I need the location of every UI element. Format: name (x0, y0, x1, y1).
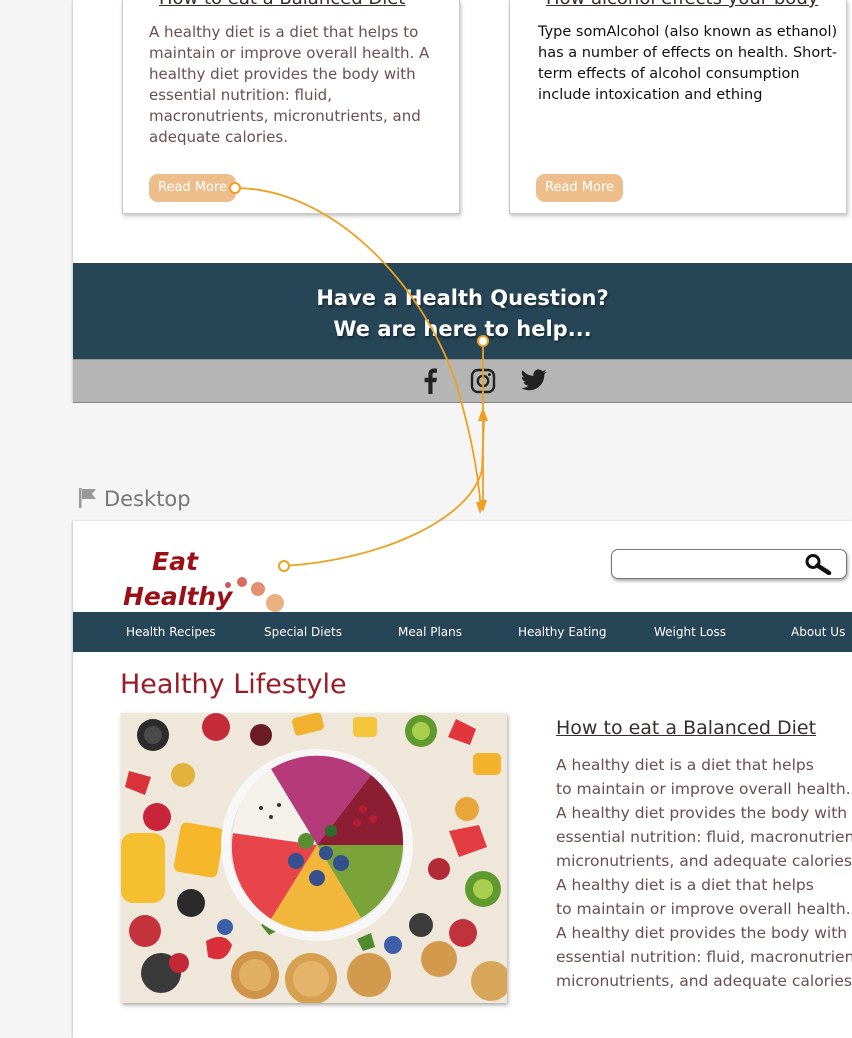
article-line: A healthy diet provides the body with (556, 924, 848, 942)
nav-item-meal-plans[interactable]: Meal Plans (398, 612, 462, 652)
article-line: A healthy diet is a diet that helps (556, 876, 814, 894)
logo-word-eat: Eat (152, 547, 198, 576)
artboard-label[interactable]: Desktop (78, 487, 191, 513)
flag-icon (78, 488, 98, 513)
article-line: essential nutrition: fluid, macronutrien… (556, 828, 852, 846)
nav-item-healthy-eating[interactable]: Healthy Eating (518, 612, 607, 652)
page-heading: Healthy Lifestyle (120, 669, 347, 700)
article-card: How to eat a Balanced Diet A healthy die… (122, 0, 460, 214)
article-body: A healthy diet is a diet that helps to m… (556, 753, 852, 993)
instagram-icon[interactable] (470, 368, 496, 399)
logo-word-healthy: Healthy (123, 582, 233, 611)
nav-item-about-us[interactable]: About Us (791, 612, 845, 652)
social-bar (73, 359, 852, 403)
article-card: How alcohol effects your body Type somAl… (509, 0, 847, 214)
nav-item-special-diets[interactable]: Special Diets (264, 612, 342, 652)
search-icon[interactable] (804, 553, 832, 580)
logo-dots-icon (225, 577, 284, 612)
article-line: to maintain or improve overall health. (556, 780, 851, 798)
facebook-icon[interactable] (422, 368, 438, 399)
logo[interactable]: Eat Healthy (121, 533, 291, 612)
article-line: micronutrients, and adequate calories. (556, 852, 852, 870)
search-input[interactable] (618, 554, 802, 574)
article-line: A healthy diet provides the body with (556, 804, 848, 822)
card-text: A healthy diet is a diet that helps to m… (149, 23, 430, 146)
prototype-frame-desktop: Eat Healthy Health Recipes Special Diets… (73, 521, 852, 1038)
card-title[interactable]: How alcohol effects your body (546, 0, 818, 9)
main-nav: Health Recipes Special Diets Meal Plans … (73, 612, 852, 652)
hero-image (121, 713, 507, 1003)
article-line: micronutrients, and adequate calories. (556, 972, 852, 990)
artboard-label-text: Desktop (104, 487, 191, 511)
article-line: to maintain or improve overall health. (556, 900, 851, 918)
nav-item-health-recipes[interactable]: Health Recipes (126, 612, 216, 652)
article-line: A healthy diet is a diet that helps (556, 756, 814, 774)
read-more-button[interactable]: Read More (536, 174, 624, 202)
prototype-frame-top: How to eat a Balanced Diet A healthy die… (73, 0, 852, 403)
help-banner: Have a Health Question? We are here to h… (73, 263, 852, 359)
nav-item-weight-loss[interactable]: Weight Loss (654, 612, 726, 652)
article-line: essential nutrition: fluid, macronutrien… (556, 948, 852, 966)
banner-line-2[interactable]: We are here to help... (73, 314, 852, 345)
card-text: Type somAlcohol (also known as ethanol) … (538, 24, 838, 103)
search-box (611, 549, 847, 579)
card-title[interactable]: How to eat a Balanced Diet (159, 0, 405, 9)
read-more-button[interactable]: Read More (149, 174, 237, 202)
article-title[interactable]: How to eat a Balanced Diet (556, 717, 816, 739)
banner-line-1: Have a Health Question? (316, 286, 609, 310)
twitter-icon[interactable] (521, 368, 547, 397)
